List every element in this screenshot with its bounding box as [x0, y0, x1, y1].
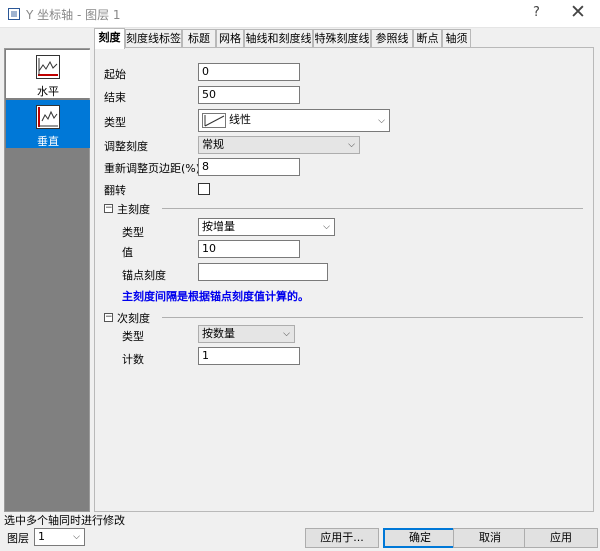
tab-grids[interactable]: 网格: [216, 29, 244, 48]
flip-label: 翻转: [104, 184, 126, 197]
divider: [162, 208, 583, 209]
minor-ticks-header: 次刻度: [117, 312, 150, 325]
chevron-down-icon: ⌵: [323, 222, 330, 232]
scale-type-value: 线性: [229, 113, 251, 126]
close-button[interactable]: ✕: [570, 1, 586, 23]
axis-selector-panel: 水平 垂直: [4, 48, 90, 512]
ok-button[interactable]: 确定: [383, 528, 457, 548]
tab-special-ticks[interactable]: 特殊刻度线: [313, 29, 371, 48]
tab-rug[interactable]: 轴须: [442, 29, 471, 48]
chevron-down-icon: ⌵: [348, 140, 355, 150]
minor-count-label: 计数: [122, 353, 144, 366]
cancel-button[interactable]: 取消: [453, 528, 527, 548]
scale-type-dropdown[interactable]: 线性 ⌵: [198, 109, 390, 132]
minor-count-input[interactable]: 1: [198, 347, 300, 365]
tab-breaks[interactable]: 断点: [413, 29, 442, 48]
minor-type-value: 按数量: [202, 327, 235, 340]
chevron-down-icon: ⌵: [378, 116, 385, 126]
scale-tab-content: 起始 0 结束 50 类型 线性 ⌵ 调整刻度 常规 ⌵ 重新调整页边距(%) …: [94, 47, 594, 512]
major-value-label: 值: [122, 246, 133, 259]
major-type-label: 类型: [122, 226, 144, 239]
sidebar-item-vertical[interactable]: 垂直: [6, 100, 90, 148]
chevron-down-icon: ⌵: [283, 329, 290, 339]
vertical-axis-icon: [36, 105, 60, 129]
app-icon: [8, 8, 20, 20]
tab-scale[interactable]: 刻度: [94, 28, 125, 49]
start-label: 起始: [104, 68, 126, 81]
sidebar-item-horizontal[interactable]: 水平: [6, 50, 90, 98]
anchor-tick-input[interactable]: [198, 263, 328, 281]
major-ticks-header: 主刻度: [117, 203, 150, 216]
layer-dropdown[interactable]: 1 ⌵: [34, 528, 85, 546]
divider: [162, 317, 583, 318]
end-label: 结束: [104, 91, 126, 104]
anchor-tick-label: 锚点刻度: [122, 269, 166, 282]
layer-label: 图层: [7, 532, 29, 545]
apply-to-button[interactable]: 应用于...: [305, 528, 379, 548]
major-type-value: 按增量: [202, 220, 235, 233]
sidebar-item-label: 水平: [37, 85, 59, 98]
tab-reference-lines[interactable]: 参照线: [371, 29, 413, 48]
rescale-dropdown[interactable]: 常规 ⌵: [198, 136, 360, 154]
title-bar: Y 坐标轴 - 图层 1 ? ✕: [0, 0, 600, 28]
start-input[interactable]: 0: [198, 63, 300, 81]
major-collapse-icon[interactable]: −: [104, 204, 113, 213]
tab-tick-labels[interactable]: 刻度线标签: [125, 29, 182, 48]
major-ticks-note: 主刻度间隔是根据锚点刻度值计算的。: [122, 290, 309, 303]
linear-scale-icon: [202, 113, 226, 128]
sidebar-item-label: 垂直: [37, 135, 59, 148]
rescale-label: 调整刻度: [104, 140, 148, 153]
window-title: Y 坐标轴 - 图层 1: [26, 8, 121, 22]
chevron-down-icon: ⌵: [73, 532, 80, 542]
minor-type-label: 类型: [122, 330, 144, 343]
minor-collapse-icon[interactable]: −: [104, 313, 113, 322]
tab-title[interactable]: 标题: [182, 29, 216, 48]
rescale-value: 常规: [202, 138, 224, 151]
apply-button[interactable]: 应用: [524, 528, 598, 548]
rescale-margin-input[interactable]: 8: [198, 158, 300, 176]
layer-value: 1: [38, 530, 45, 543]
end-input[interactable]: 50: [198, 86, 300, 104]
help-button[interactable]: ?: [533, 5, 540, 20]
horizontal-axis-icon: [36, 55, 60, 79]
type-label: 类型: [104, 116, 126, 129]
tab-line-and-ticks[interactable]: 轴线和刻度线: [244, 29, 313, 48]
minor-type-dropdown[interactable]: 按数量 ⌵: [198, 325, 295, 343]
major-type-dropdown[interactable]: 按增量 ⌵: [198, 218, 335, 236]
status-text: 选中多个轴同时进行修改: [4, 514, 125, 527]
flip-checkbox[interactable]: [198, 183, 210, 195]
major-value-input[interactable]: 10: [198, 240, 300, 258]
rescale-margin-label: 重新调整页边距(%): [104, 162, 201, 175]
